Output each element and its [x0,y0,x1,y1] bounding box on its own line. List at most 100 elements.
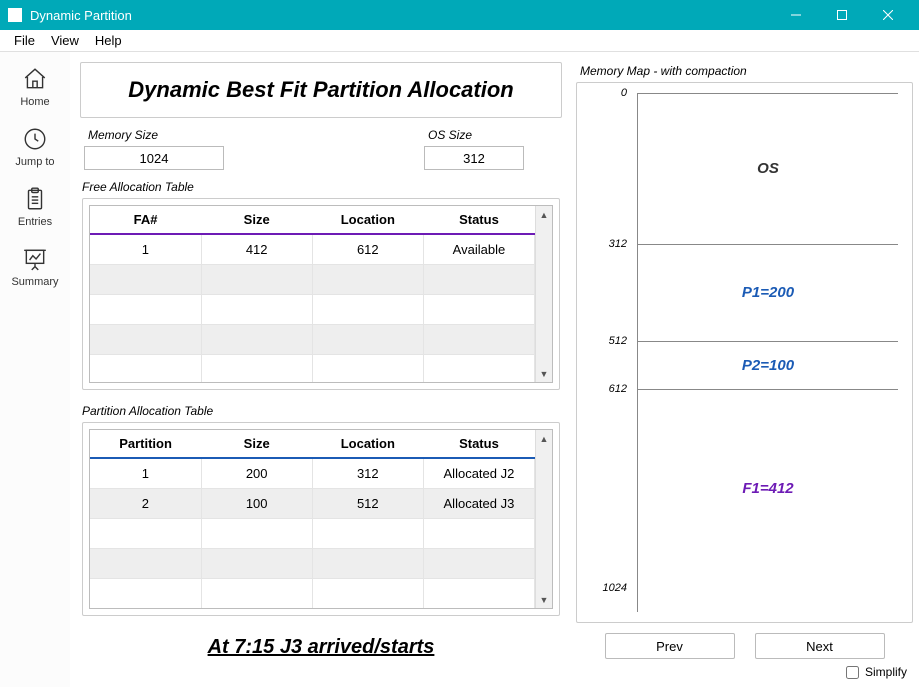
column-header: Status [423,206,534,234]
cell: 412 [201,234,312,264]
cell [423,264,534,294]
cell [423,324,534,354]
app-icon [8,8,22,22]
cell [201,578,312,608]
scroll-up-icon[interactable]: ▲ [536,206,552,223]
memory-block: OS [638,93,898,244]
sidebar-item-label: Home [20,96,49,108]
menu-file[interactable]: File [6,33,43,48]
memory-map-caption: Memory Map - with compaction [580,64,913,78]
sidebar-item-label: Jump to [15,156,54,168]
menu-help[interactable]: Help [87,33,130,48]
scroll-down-icon[interactable]: ▼ [536,591,552,608]
scroll-down-icon[interactable]: ▼ [536,365,552,382]
home-icon [22,66,48,92]
column-header: Location [312,430,423,458]
memory-block: P2=100 [638,341,898,389]
cell: 200 [201,458,312,488]
free-allocation-table: FA#SizeLocationStatus 1412612Available [90,206,535,383]
axis-tick: 612 [609,383,637,395]
cell [423,518,534,548]
cell [90,578,201,608]
memory-map-panel: 0 312 512 612 1024 OSP1=200P2=100F1=412 [576,82,913,623]
next-button[interactable]: Next [755,633,885,659]
sidebar-item-jumpto[interactable]: Jump to [0,118,70,178]
cell: Allocated J2 [423,458,534,488]
menu-view[interactable]: View [43,33,87,48]
simplify-label: Simplify [865,665,907,679]
sidebar-item-label: Summary [11,276,58,288]
maximize-button[interactable] [819,0,865,30]
memory-size-label: Memory Size [84,128,224,142]
simplify-checkbox[interactable] [846,666,859,679]
table-row: 1200312Allocated J2 [90,458,535,488]
column-header: Size [201,206,312,234]
clock-icon [22,126,48,152]
memory-map-chart: 03125126121024OSP1=200P2=100F1=412 [637,93,898,612]
prev-button[interactable]: Prev [605,633,735,659]
memory-block: F1=412 [638,389,898,588]
os-size-input[interactable] [424,146,524,170]
sidebar-item-label: Entries [18,216,52,228]
cell: Available [423,234,534,264]
simplify-toggle[interactable]: Simplify [576,665,913,681]
column-header: Location [312,206,423,234]
cell: 1 [90,234,201,264]
cell [201,294,312,324]
table-row [90,324,535,354]
cell [201,264,312,294]
cell: 1 [90,458,201,488]
close-button[interactable] [865,0,911,30]
memory-size-input[interactable] [84,146,224,170]
fat-caption: Free Allocation Table [82,180,560,194]
cell [90,354,201,383]
column-header: Status [423,430,534,458]
cell [90,294,201,324]
table-row [90,548,535,578]
page-title: Dynamic Best Fit Partition Allocation [80,62,562,118]
cell: 100 [201,488,312,518]
cell: 612 [312,234,423,264]
menu-bar: File View Help [0,30,919,52]
sidebar-item-home[interactable]: Home [0,58,70,118]
axis-tick: 0 [621,87,637,99]
table-row [90,578,535,608]
cell: 512 [312,488,423,518]
cell [90,548,201,578]
scroll-up-icon[interactable]: ▲ [536,430,552,447]
column-header: Size [201,430,312,458]
memory-block: P1=200 [638,244,898,341]
sidebar: Home Jump to Entries Summary [0,52,70,687]
partition-allocation-table: PartitionSizeLocationStatus 1200312Alloc… [90,430,535,609]
cell [201,518,312,548]
window-title: Dynamic Partition [30,8,132,23]
axis-tick: 512 [609,335,637,347]
sidebar-item-entries[interactable]: Entries [0,178,70,238]
cell: Allocated J3 [423,488,534,518]
cell [423,354,534,383]
cell [423,578,534,608]
axis-tick: 1024 [603,582,637,594]
cell [423,294,534,324]
cell [201,354,312,383]
minimize-button[interactable] [773,0,819,30]
pat-caption: Partition Allocation Table [82,404,560,418]
axis-tick: 312 [609,238,637,250]
cell: 2 [90,488,201,518]
fat-scrollbar[interactable]: ▲ ▼ [535,206,552,382]
cell [312,324,423,354]
cell [201,548,312,578]
title-bar: Dynamic Partition [0,0,919,30]
cell [312,294,423,324]
cell [90,518,201,548]
pat-scrollbar[interactable]: ▲ ▼ [535,430,552,608]
cell: 312 [312,458,423,488]
cell [312,354,423,383]
os-size-label: OS Size [424,128,558,142]
sidebar-item-summary[interactable]: Summary [0,238,70,298]
cell [201,324,312,354]
cell [423,548,534,578]
table-row: 1412612Available [90,234,535,264]
cell [90,324,201,354]
status-text: At 7:15 J3 arrived/starts [76,636,566,659]
